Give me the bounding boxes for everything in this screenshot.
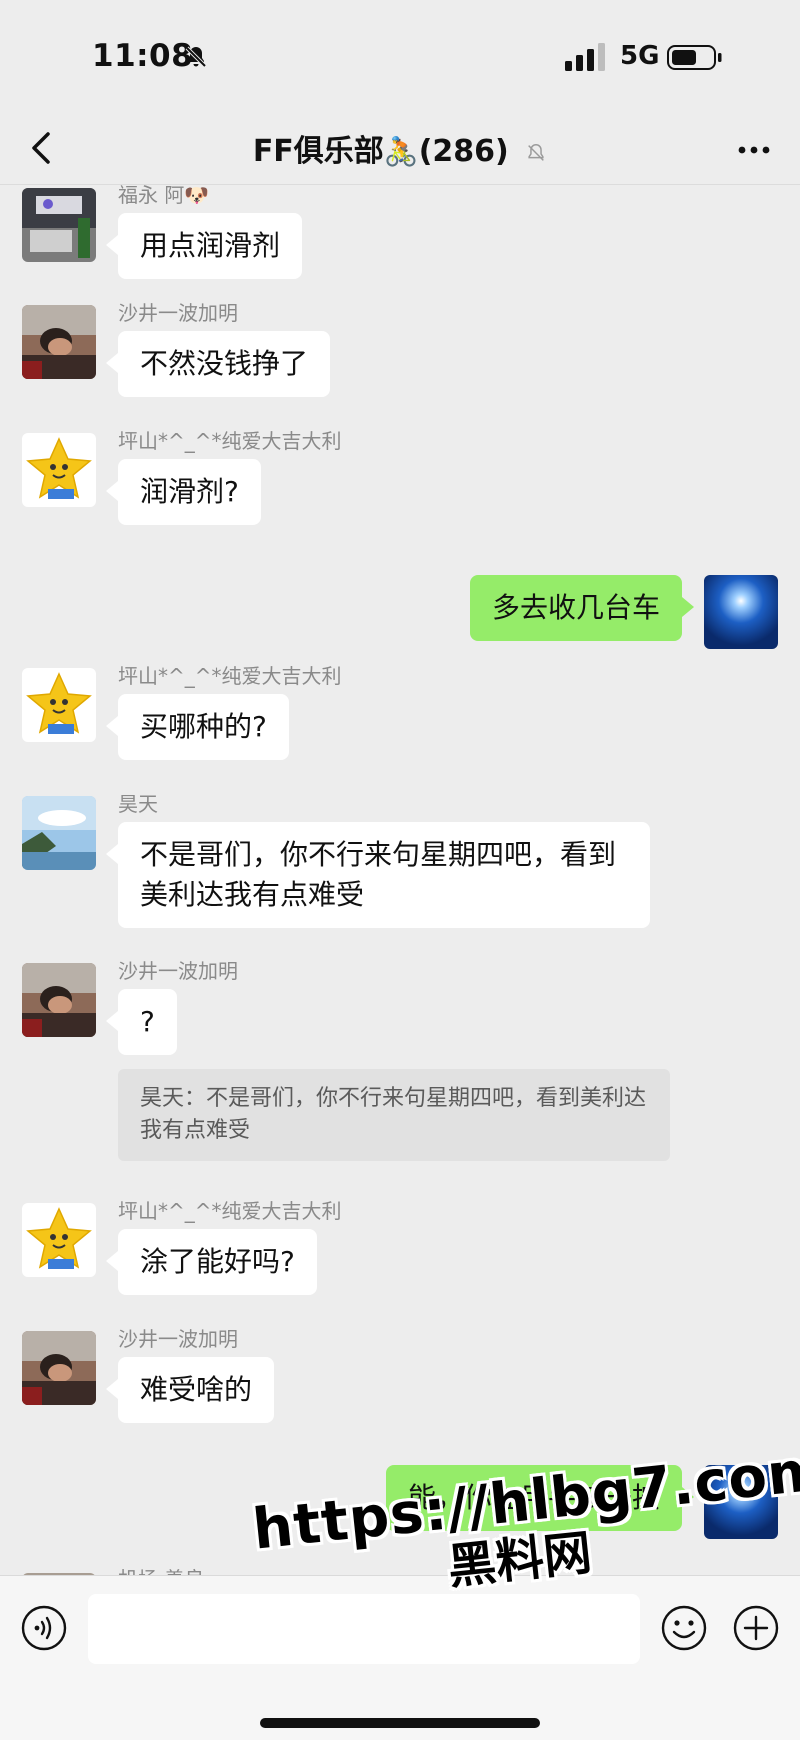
- mute-icon: [528, 143, 545, 161]
- chat-title: FF俱乐部🚴(286): [0, 126, 800, 170]
- home-indicator: [260, 1718, 540, 1728]
- message-bubble[interactable]: 涂了能好吗?: [106, 1229, 317, 1295]
- battery-icon: [667, 45, 722, 70]
- message-bubble[interactable]: 不然没钱挣了: [105, 331, 331, 397]
- sender-name: 坪山*^_^*纯爱大吉大利: [118, 1199, 342, 1223]
- sender-name: 坪山*^_^*纯爱大吉大利: [118, 664, 342, 688]
- star-avatar[interactable]: [22, 1203, 96, 1277]
- sender-name: 福永 阿🐶: [118, 185, 210, 207]
- chat-header: FF俱乐部🚴(286): [0, 112, 800, 185]
- message-bubble[interactable]: 买哪种的?: [106, 694, 289, 760]
- star-avatar[interactable]: [22, 433, 96, 507]
- blue-light-avatar[interactable]: [704, 575, 778, 649]
- status-bar: 11:08 5G: [0, 0, 800, 112]
- message-bubble[interactable]: 用点润滑剂: [105, 213, 303, 279]
- sender-name: 沙井一波加明: [118, 959, 238, 983]
- sender-name: 机场 善良: [118, 1563, 204, 1575]
- more-icon[interactable]: [734, 130, 774, 170]
- voice-icon[interactable]: [20, 1604, 68, 1652]
- sleeping-man-avatar[interactable]: [22, 1331, 96, 1405]
- sender-name: 沙井一波加明: [118, 301, 238, 325]
- sender-name: 坪山*^_^*纯爱大吉大利: [118, 429, 342, 453]
- chat-list[interactable]: 福永 阿🐶 用点润滑剂 沙井一波加明 不然没钱挣了 坪山*^_^*纯爱大吉大利 …: [0, 185, 800, 1575]
- sleeping-man-avatar[interactable]: [22, 305, 96, 379]
- bell-off-icon: [185, 46, 207, 68]
- sender-name: 昊天: [118, 792, 158, 816]
- input-bar: [0, 1575, 800, 1740]
- quoted-message[interactable]: 昊天：不是哥们，你不行来句星期四吧，看到美利达我有点难受: [118, 1069, 670, 1161]
- plus-icon[interactable]: [732, 1604, 780, 1652]
- member-count: (286): [418, 134, 509, 169]
- emoji-icon[interactable]: [660, 1604, 708, 1652]
- status-time: 11:08: [92, 38, 194, 74]
- blue-light-avatar[interactable]: [704, 1465, 778, 1539]
- message-input[interactable]: [88, 1594, 640, 1664]
- network-type: 5G: [620, 41, 660, 71]
- message-bubble[interactable]: 润滑剂?: [106, 459, 261, 525]
- signal-icon: [565, 43, 605, 71]
- message-bubble[interactable]: 难受啥的: [105, 1357, 275, 1423]
- sender-name: 沙井一波加明: [118, 1327, 238, 1351]
- landscape-avatar[interactable]: [22, 796, 96, 870]
- message-bubble[interactable]: ?: [106, 989, 177, 1055]
- message-bubble[interactable]: 不是哥们，你不行来句星期四吧，看到美利达我有点难受: [106, 822, 650, 928]
- sleeping-man-avatar[interactable]: [22, 963, 96, 1037]
- message-bubble[interactable]: 多去收几台车: [469, 575, 695, 641]
- cyclist-emoji: 🚴: [383, 135, 419, 168]
- message-bubble[interactable]: 能，你在用手按一按: [385, 1465, 695, 1531]
- star-avatar[interactable]: [22, 668, 96, 742]
- group-name: FF俱乐部: [252, 134, 384, 169]
- office-avatar[interactable]: [22, 188, 96, 262]
